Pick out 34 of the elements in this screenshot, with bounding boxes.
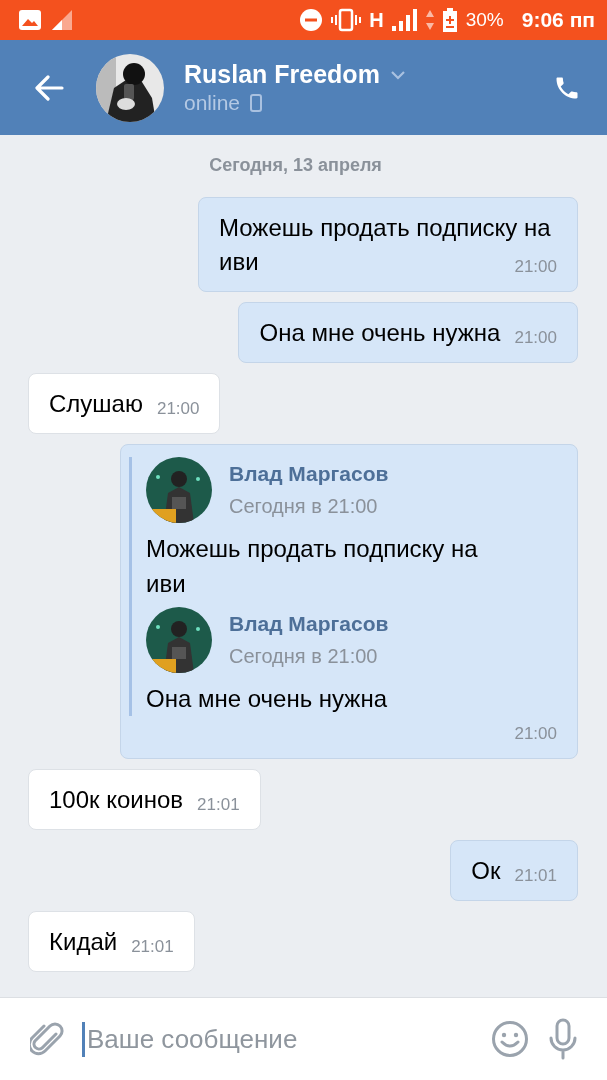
paperclip-icon[interactable] — [30, 1020, 64, 1058]
do-not-disturb-icon — [299, 8, 324, 32]
data-arrows-icon — [425, 10, 434, 30]
forwarded-message-bubble[interactable]: Влад Маргасов Сегодня в 21:00 Можешь продать подписку на иви Влад Маргасов Сегодня в 21:00 Она мне очень нужна 21:00 — [120, 444, 578, 759]
message-date: Сегодня в 21:00 — [229, 494, 379, 519]
battery-percent: 30% — [465, 9, 504, 31]
emoji-icon[interactable] — [491, 1020, 529, 1058]
message-text: Можешь продать подписку на иви — [146, 534, 479, 599]
message-date: Сегодня в 21:00 — [229, 644, 379, 669]
message-bubble[interactable]: Она мне очень нужна 21:00 — [238, 302, 578, 363]
contact-name[interactable]: Ruslan Freedom — [184, 60, 380, 89]
online-status: online — [184, 91, 241, 115]
message-bubble[interactable]: Ок 21:01 — [450, 840, 578, 901]
message-bubble[interactable]: Кидай 21:01 — [28, 911, 195, 972]
image-icon — [18, 9, 42, 31]
message-time: 21:00 — [513, 723, 557, 745]
date-divider: Сегодня, 13 апреля — [209, 155, 382, 176]
message-bubble[interactable]: 100к коинов 21:01 — [28, 769, 261, 830]
signal-icon — [50, 8, 74, 32]
message-bubble[interactable]: Можешь продать подписку на иви 21:00 — [198, 197, 578, 292]
signal-icon — [391, 9, 418, 31]
chevron-down-icon[interactable] — [389, 69, 406, 80]
microphone-icon[interactable] — [547, 1018, 579, 1060]
message-composer[interactable]: Ваше сообщение — [0, 997, 607, 1080]
author-name[interactable]: Влад Маргасов — [229, 460, 389, 488]
clock: 9:06 пп — [521, 8, 595, 32]
back-icon[interactable] — [34, 74, 64, 101]
network-type: H — [369, 8, 384, 32]
battery-icon — [441, 8, 458, 32]
phone-device-icon — [250, 94, 263, 112]
message-bubble[interactable]: Слушаю 21:00 — [28, 373, 221, 434]
vibrate-icon — [331, 8, 362, 32]
message-text: Она мне очень нужна — [146, 684, 388, 714]
author-name[interactable]: Влад Маргасов — [229, 610, 389, 638]
